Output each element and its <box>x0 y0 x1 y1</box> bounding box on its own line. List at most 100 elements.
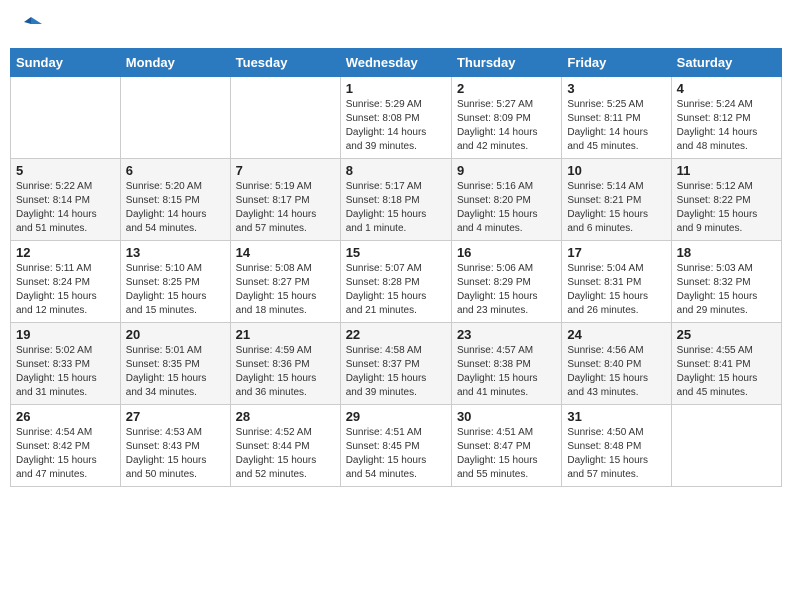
calendar-day-cell: 9 Sunrise: 5:16 AM Sunset: 8:20 PM Daylig… <box>451 159 561 241</box>
calendar-week-row: 1 Sunrise: 5:29 AM Sunset: 8:08 PM Daylig… <box>11 77 782 159</box>
day-number: 10 <box>567 163 665 178</box>
day-number: 5 <box>16 163 115 178</box>
calendar-day-cell: 19 Sunrise: 5:02 AM Sunset: 8:33 PM Dayli… <box>11 323 121 405</box>
calendar-day-cell: 23 Sunrise: 4:57 AM Sunset: 8:38 PM Dayli… <box>451 323 561 405</box>
day-number: 1 <box>346 81 446 96</box>
calendar-day-cell: 20 Sunrise: 5:01 AM Sunset: 8:35 PM Dayli… <box>120 323 230 405</box>
day-number: 8 <box>346 163 446 178</box>
day-info: Sunrise: 5:14 AM Sunset: 8:21 PM Dayligh… <box>567 180 665 236</box>
calendar-table: SundayMondayTuesdayWednesdayThursdayFrid… <box>10 48 782 487</box>
day-number: 23 <box>457 327 556 342</box>
day-info: Sunrise: 4:59 AM Sunset: 8:36 PM Dayligh… <box>236 344 335 400</box>
calendar-day-cell: 26 Sunrise: 4:54 AM Sunset: 8:42 PM Dayli… <box>11 405 121 487</box>
calendar-day-cell: 31 Sunrise: 4:50 AM Sunset: 8:48 PM Dayli… <box>562 405 671 487</box>
calendar-day-cell: 24Sunrise: 4:56 AM Sunset: 8:40 PM Dayli… <box>562 323 671 405</box>
day-number: 4 <box>677 81 776 96</box>
day-number: 18 <box>677 245 776 260</box>
calendar-day-cell <box>230 77 340 159</box>
day-info: Sunrise: 4:51 AM Sunset: 8:47 PM Dayligh… <box>457 426 556 482</box>
calendar-header-row: SundayMondayTuesdayWednesdayThursdayFrid… <box>11 49 782 77</box>
day-header-wednesday: Wednesday <box>340 49 451 77</box>
day-header-monday: Monday <box>120 49 230 77</box>
calendar-day-cell: 22Sunrise: 4:58 AM Sunset: 8:37 PM Dayli… <box>340 323 451 405</box>
day-info: Sunrise: 5:16 AM Sunset: 8:20 PM Dayligh… <box>457 180 556 236</box>
day-number: 6 <box>126 163 225 178</box>
day-info: Sunrise: 5:12 AM Sunset: 8:22 PM Dayligh… <box>677 180 776 236</box>
calendar-day-cell: 29Sunrise: 4:51 AM Sunset: 8:45 PM Dayli… <box>340 405 451 487</box>
day-number: 30 <box>457 409 556 424</box>
calendar-day-cell: 5 Sunrise: 5:22 AM Sunset: 8:14 PM Daylig… <box>11 159 121 241</box>
day-number: 20 <box>126 327 225 342</box>
day-info: Sunrise: 4:54 AM Sunset: 8:42 PM Dayligh… <box>16 426 115 482</box>
day-number: 12 <box>16 245 115 260</box>
day-number: 2 <box>457 81 556 96</box>
day-number: 11 <box>677 163 776 178</box>
day-info: Sunrise: 5:11 AM Sunset: 8:24 PM Dayligh… <box>16 262 115 318</box>
calendar-week-row: 12 Sunrise: 5:11 AM Sunset: 8:24 PM Dayli… <box>11 241 782 323</box>
day-info: Sunrise: 5:10 AM Sunset: 8:25 PM Dayligh… <box>126 262 225 318</box>
day-info: Sunrise: 5:01 AM Sunset: 8:35 PM Dayligh… <box>126 344 225 400</box>
calendar-day-cell: 28 Sunrise: 4:52 AM Sunset: 8:44 PM Dayli… <box>230 405 340 487</box>
day-number: 19 <box>16 327 115 342</box>
day-header-sunday: Sunday <box>11 49 121 77</box>
day-number: 31 <box>567 409 665 424</box>
calendar-day-cell: 25Sunrise: 4:55 AM Sunset: 8:41 PM Dayli… <box>671 323 781 405</box>
calendar-day-cell: 12 Sunrise: 5:11 AM Sunset: 8:24 PM Dayli… <box>11 241 121 323</box>
day-info: Sunrise: 4:52 AM Sunset: 8:44 PM Dayligh… <box>236 426 335 482</box>
day-header-saturday: Saturday <box>671 49 781 77</box>
day-info: Sunrise: 5:19 AM Sunset: 8:17 PM Dayligh… <box>236 180 335 236</box>
calendar-week-row: 19 Sunrise: 5:02 AM Sunset: 8:33 PM Dayli… <box>11 323 782 405</box>
logo-bird-icon <box>20 14 42 36</box>
day-info: Sunrise: 5:02 AM Sunset: 8:33 PM Dayligh… <box>16 344 115 400</box>
calendar-day-cell: 16Sunrise: 5:06 AM Sunset: 8:29 PM Dayli… <box>451 241 561 323</box>
day-number: 17 <box>567 245 665 260</box>
calendar-day-cell: 15Sunrise: 5:07 AM Sunset: 8:28 PM Dayli… <box>340 241 451 323</box>
day-info: Sunrise: 5:03 AM Sunset: 8:32 PM Dayligh… <box>677 262 776 318</box>
calendar-day-cell: 17 Sunrise: 5:04 AM Sunset: 8:31 PM Dayli… <box>562 241 671 323</box>
day-info: Sunrise: 5:20 AM Sunset: 8:15 PM Dayligh… <box>126 180 225 236</box>
day-number: 26 <box>16 409 115 424</box>
calendar-day-cell: 13 Sunrise: 5:10 AM Sunset: 8:25 PM Dayli… <box>120 241 230 323</box>
calendar-day-cell <box>671 405 781 487</box>
calendar-day-cell: 1 Sunrise: 5:29 AM Sunset: 8:08 PM Daylig… <box>340 77 451 159</box>
day-info: Sunrise: 4:53 AM Sunset: 8:43 PM Dayligh… <box>126 426 225 482</box>
calendar-day-cell: 4 Sunrise: 5:24 AM Sunset: 8:12 PM Daylig… <box>671 77 781 159</box>
day-info: Sunrise: 5:24 AM Sunset: 8:12 PM Dayligh… <box>677 98 776 154</box>
calendar-week-row: 5 Sunrise: 5:22 AM Sunset: 8:14 PM Daylig… <box>11 159 782 241</box>
day-number: 13 <box>126 245 225 260</box>
day-info: Sunrise: 5:06 AM Sunset: 8:29 PM Dayligh… <box>457 262 556 318</box>
day-number: 9 <box>457 163 556 178</box>
day-number: 21 <box>236 327 335 342</box>
calendar-day-cell: 18 Sunrise: 5:03 AM Sunset: 8:32 PM Dayli… <box>671 241 781 323</box>
day-header-thursday: Thursday <box>451 49 561 77</box>
day-info: Sunrise: 5:17 AM Sunset: 8:18 PM Dayligh… <box>346 180 446 236</box>
day-info: Sunrise: 4:50 AM Sunset: 8:48 PM Dayligh… <box>567 426 665 482</box>
day-number: 22 <box>346 327 446 342</box>
calendar-day-cell: 14 Sunrise: 5:08 AM Sunset: 8:27 PM Dayli… <box>230 241 340 323</box>
day-info: Sunrise: 4:57 AM Sunset: 8:38 PM Dayligh… <box>457 344 556 400</box>
day-number: 7 <box>236 163 335 178</box>
day-number: 28 <box>236 409 335 424</box>
day-info: Sunrise: 5:25 AM Sunset: 8:11 PM Dayligh… <box>567 98 665 154</box>
calendar-day-cell: 11 Sunrise: 5:12 AM Sunset: 8:22 PM Dayli… <box>671 159 781 241</box>
calendar-day-cell: 30 Sunrise: 4:51 AM Sunset: 8:47 PM Dayli… <box>451 405 561 487</box>
day-info: Sunrise: 5:04 AM Sunset: 8:31 PM Dayligh… <box>567 262 665 318</box>
calendar-day-cell <box>11 77 121 159</box>
calendar-day-cell: 21 Sunrise: 4:59 AM Sunset: 8:36 PM Dayli… <box>230 323 340 405</box>
day-number: 27 <box>126 409 225 424</box>
logo <box>18 14 42 36</box>
calendar-day-cell: 3Sunrise: 5:25 AM Sunset: 8:11 PM Daylig… <box>562 77 671 159</box>
calendar-day-cell: 8 Sunrise: 5:17 AM Sunset: 8:18 PM Daylig… <box>340 159 451 241</box>
calendar-day-cell: 6 Sunrise: 5:20 AM Sunset: 8:15 PM Daylig… <box>120 159 230 241</box>
day-info: Sunrise: 5:22 AM Sunset: 8:14 PM Dayligh… <box>16 180 115 236</box>
day-info: Sunrise: 4:55 AM Sunset: 8:41 PM Dayligh… <box>677 344 776 400</box>
day-info: Sunrise: 4:56 AM Sunset: 8:40 PM Dayligh… <box>567 344 665 400</box>
day-info: Sunrise: 5:07 AM Sunset: 8:28 PM Dayligh… <box>346 262 446 318</box>
day-info: Sunrise: 4:51 AM Sunset: 8:45 PM Dayligh… <box>346 426 446 482</box>
day-info: Sunrise: 5:29 AM Sunset: 8:08 PM Dayligh… <box>346 98 446 154</box>
calendar-day-cell: 2 Sunrise: 5:27 AM Sunset: 8:09 PM Daylig… <box>451 77 561 159</box>
day-info: Sunrise: 5:27 AM Sunset: 8:09 PM Dayligh… <box>457 98 556 154</box>
page-header <box>10 10 782 40</box>
day-info: Sunrise: 5:08 AM Sunset: 8:27 PM Dayligh… <box>236 262 335 318</box>
day-number: 14 <box>236 245 335 260</box>
